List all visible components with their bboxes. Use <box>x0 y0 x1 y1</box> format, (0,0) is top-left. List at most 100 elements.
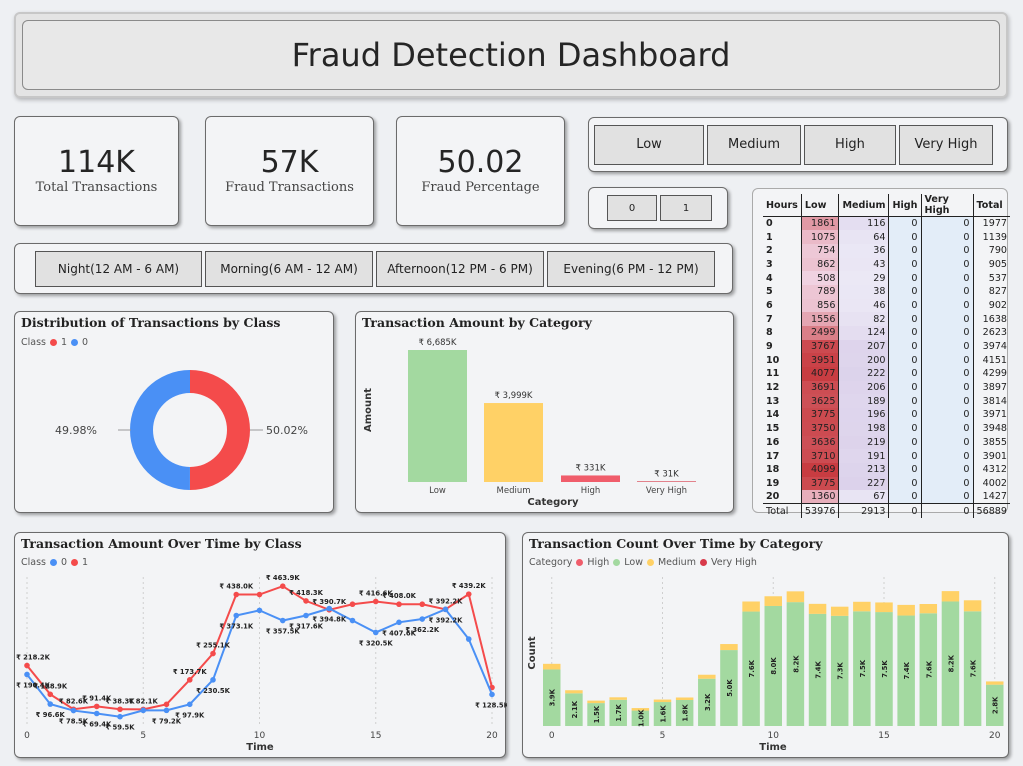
kpi-total-transactions: 114K Total Transactions <box>14 116 179 226</box>
matrix-cell: 902 <box>972 298 1011 313</box>
data-label: 3.9K <box>549 688 557 706</box>
matrix-cell: 0 <box>920 462 973 477</box>
bar-segment-medium <box>653 699 672 703</box>
slicer-medium-button[interactable]: Medium <box>707 124 801 165</box>
matrix-cell: 827 <box>972 284 1011 299</box>
data-label: 7.4K <box>903 661 911 679</box>
matrix-cell: 4099 <box>800 462 839 477</box>
matrix-cell: 0 <box>888 462 921 477</box>
bar-segment-medium <box>565 690 583 694</box>
slicer-low-button[interactable]: Low <box>594 124 704 165</box>
slicer-night-button[interactable]: Night(12 AM - 6 AM) <box>35 250 202 287</box>
matrix-cell: 0 <box>888 421 921 436</box>
data-label: 3.2K <box>704 693 712 711</box>
data-label: ₹ 59.5K <box>105 724 135 732</box>
matrix-hour-cell: 8 <box>766 327 773 339</box>
data-point <box>372 629 379 636</box>
x-tick-label: 20 <box>989 731 1001 741</box>
slicer-class-1-button[interactable]: 1 <box>660 195 712 221</box>
data-label: ₹ 97.9K <box>175 711 205 719</box>
matrix-header-very-high: Very High <box>920 194 973 217</box>
data-label: 7.6K <box>748 659 756 677</box>
matrix-header-hours: Hours <box>763 194 802 217</box>
matrix-hour-cell: 12 <box>766 382 780 394</box>
matrix-hour-cell: 13 <box>766 395 780 407</box>
matrix-cell: 36 <box>838 243 889 258</box>
data-label: 50.02% <box>266 424 308 437</box>
matrix-cell: 4312 <box>972 462 1011 477</box>
matrix-cell: 1360 <box>800 490 839 504</box>
matrix-row: 9 3767 207 0 0 3974 <box>763 339 1011 354</box>
matrix-cell: 124 <box>838 326 889 340</box>
matrix-cell: 3636 <box>800 435 839 450</box>
data-point <box>186 701 193 708</box>
matrix-header-low: Low <box>800 194 839 217</box>
matrix-cell: 213 <box>838 462 889 477</box>
data-label: 7.5K <box>881 660 889 678</box>
data-point <box>24 671 30 678</box>
matrix-cell: 0 <box>888 353 921 368</box>
matrix-cell: 207 <box>838 339 889 354</box>
matrix-cell: 1977 <box>972 216 1011 231</box>
data-point <box>303 612 309 619</box>
data-label: 2.1K <box>571 700 579 718</box>
slicer-afternoon-button[interactable]: Afternoon(12 PM - 6 PM) <box>376 250 544 287</box>
matrix-cell: 0 <box>920 490 973 504</box>
matrix-cell: 537 <box>972 271 1011 285</box>
kpi-label: Total Transactions <box>35 180 158 196</box>
slicer-very-high-button[interactable]: Very High <box>899 124 993 165</box>
data-label: ₹ 463.9K <box>266 574 301 582</box>
data-point <box>233 612 240 619</box>
matrix-cell: 754 <box>800 243 839 258</box>
amount-over-time-panel: Transaction Amount Over Time by Class Cl… <box>14 532 507 758</box>
data-point <box>186 677 193 683</box>
matrix-cell: 0 <box>920 408 973 422</box>
matrix-row: 5 789 38 0 0 827 <box>763 284 1011 299</box>
data-point <box>465 591 472 597</box>
matrix-cell: 3750 <box>800 421 839 436</box>
matrix-cell: 0 <box>920 435 973 450</box>
matrix-hour-cell: 4 <box>766 272 773 284</box>
bar-segment-medium <box>698 674 716 679</box>
matrix-cell: 0 <box>888 230 921 244</box>
matrix-row: 8 2499 124 0 0 2623 <box>763 326 1011 340</box>
x-tick-label: High <box>581 486 601 496</box>
bar-segment-medium <box>963 600 982 612</box>
matrix-cell: 3971 <box>972 408 1011 422</box>
matrix-hour-cell: Total <box>763 503 802 518</box>
matrix-cell: 905 <box>972 257 1011 272</box>
matrix-cell: 2499 <box>800 326 839 340</box>
data-label: ₹ 128.5K <box>475 701 507 709</box>
bar-segment-medium <box>720 644 738 651</box>
slicer-class-0-button[interactable]: 0 <box>607 195 657 221</box>
slicer-evening-button[interactable]: Evening(6 PM - 12 PM) <box>547 250 715 287</box>
matrix-cell: 43 <box>838 257 889 272</box>
data-point <box>70 707 77 714</box>
bar-segment-medium <box>986 681 1004 685</box>
matrix-cell: 189 <box>838 394 889 409</box>
data-point <box>163 701 170 708</box>
time-of-day-slicer: Night(12 AM - 6 AM) Morning(6 AM - 12 AM… <box>14 243 733 294</box>
bar-segment-medium <box>941 591 960 602</box>
matrix-cell: 0 <box>920 326 973 340</box>
donut-slice-class-0 <box>129 370 190 490</box>
matrix-hour-cell: 19 <box>766 477 780 489</box>
data-label: ₹ 3,999K <box>494 391 532 401</box>
data-label: ₹ 230.5K <box>196 687 231 695</box>
data-point <box>140 707 147 714</box>
data-point <box>163 707 170 714</box>
data-label: ₹ 394.8K <box>312 615 347 623</box>
data-point <box>396 619 402 626</box>
data-label: 7.4K <box>815 661 823 679</box>
slicer-high-button[interactable]: High <box>804 124 896 165</box>
kpi-value: 50.02 <box>437 144 524 180</box>
data-label: 1.5K <box>593 705 601 723</box>
matrix-cell: 3775 <box>800 476 839 491</box>
data-point <box>24 662 30 669</box>
data-point <box>349 601 356 608</box>
matrix-row: 19 3775 227 0 0 4002 <box>763 476 1011 491</box>
slicer-morning-button[interactable]: Morning(6 AM - 12 AM) <box>205 250 373 287</box>
matrix-cell: 4151 <box>972 353 1011 368</box>
matrix-cell: 0 <box>920 367 973 381</box>
y-axis-label: Amount <box>363 388 374 432</box>
